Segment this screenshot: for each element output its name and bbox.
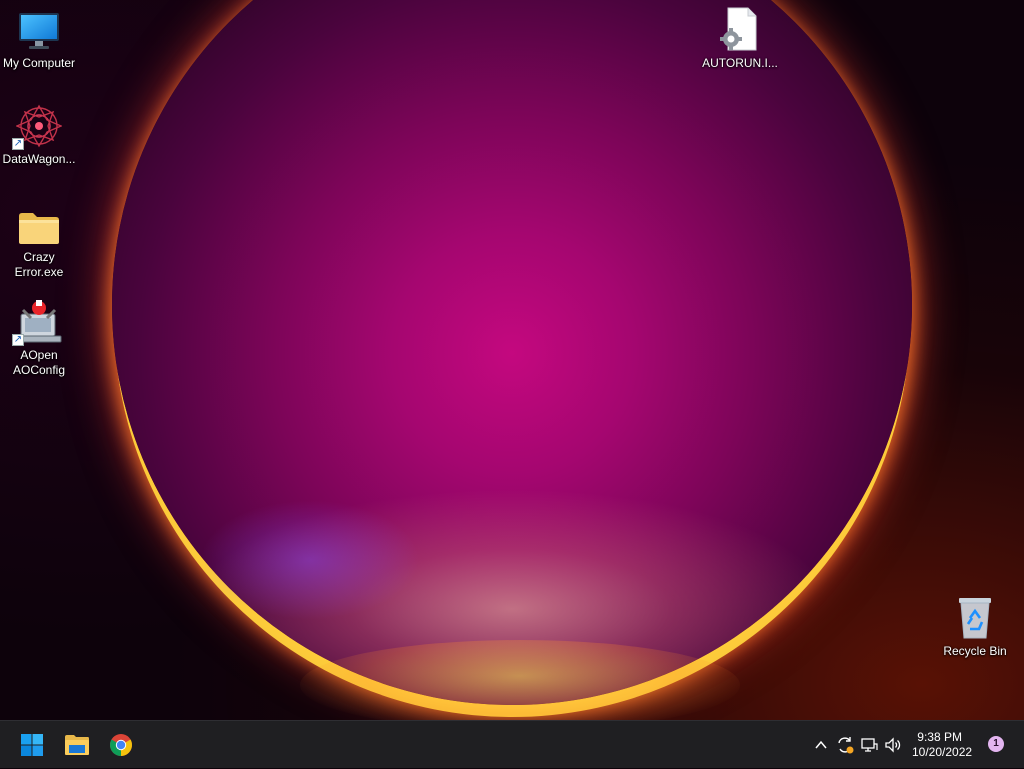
desktop-icon-datawagon[interactable]: ↗ DataWagon... xyxy=(0,104,78,167)
recycle-bin-icon xyxy=(959,598,991,639)
desktop-icon-label: My Computer xyxy=(2,56,76,70)
taskbar-chrome-button[interactable] xyxy=(103,727,139,763)
volume-icon[interactable] xyxy=(881,733,905,757)
system-tray xyxy=(809,721,905,769)
start-button[interactable] xyxy=(14,727,50,763)
desktop-icon-autorun[interactable]: AUTORUN.I... xyxy=(701,7,779,71)
notification-badge[interactable]: 1 xyxy=(988,736,1004,752)
folder-icon xyxy=(19,213,59,244)
desktop-icon-my-computer[interactable]: My Computer xyxy=(0,8,78,71)
desktop-icon-crazy-error[interactable]: Crazy Error.exe xyxy=(0,202,78,280)
wallpaper-purple-glow xyxy=(200,500,420,620)
desktop-icon-recycle-bin[interactable]: Recycle Bin xyxy=(936,596,1014,659)
wallpaper-bottom-glow xyxy=(300,640,740,720)
sync-icon[interactable] xyxy=(833,733,857,757)
taskbar-file-explorer-button[interactable] xyxy=(59,727,95,763)
chrome-icon xyxy=(110,734,132,756)
desktop-icon-aopen-aoconfig[interactable]: ↗ AOpen AOConfig xyxy=(0,300,78,378)
shortcut-arrow-icon: ↗ xyxy=(12,138,24,150)
taskbar: 9:38 PM 10/20/2022 xyxy=(0,720,1024,768)
settings-file-icon xyxy=(720,7,757,51)
windows-logo-icon xyxy=(21,734,43,756)
network-icon[interactable] xyxy=(857,733,881,757)
desktop-icon-label: Recycle Bin xyxy=(943,644,1007,658)
shortcut-arrow-icon: ↗ xyxy=(12,334,24,346)
desktop-wallpaper xyxy=(0,0,1024,720)
desktop-icon-label: AUTORUN.I... xyxy=(702,56,778,70)
monitor-icon xyxy=(19,13,59,49)
desktop-icon-label: Crazy Error.exe xyxy=(14,250,64,279)
chevron-up-icon[interactable] xyxy=(809,733,833,757)
folder-icon xyxy=(65,735,89,755)
desktop-icon-label: AOpen AOConfig xyxy=(12,348,66,377)
desktop-icon-label: DataWagon... xyxy=(2,152,76,166)
